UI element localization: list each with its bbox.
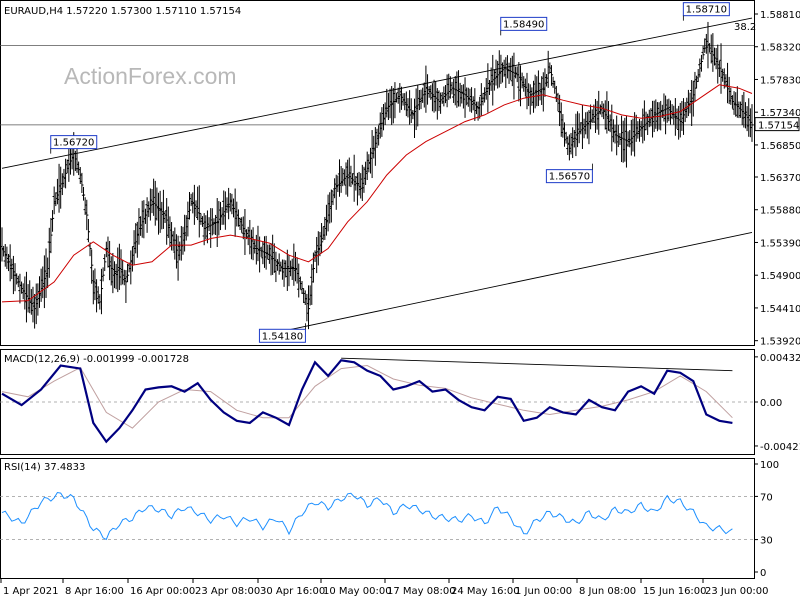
price-layer: 1.56720 1.54180 1.58490 1.56570 1.58710 <box>0 2 754 343</box>
annotation-text: 1.56720 <box>53 138 94 149</box>
rsi-y-tick-label: 70 <box>760 492 773 503</box>
x-tick-label: 24 May 16:00 <box>451 586 520 597</box>
macd-trend-line <box>341 357 733 372</box>
price-y-tick-label: 1.56370 <box>760 173 800 184</box>
x-tick-label: 16 Apr 00:00 <box>130 586 195 597</box>
annotation-text: 1.54180 <box>262 331 303 342</box>
price-y-tick-label: 1.58320 <box>760 43 800 54</box>
annotation-text: 1.58710 <box>686 5 727 16</box>
macd-signal-line <box>1 364 733 429</box>
price-annotation: 1.54180 <box>258 323 306 343</box>
x-tick-label: 1 Jun 00:00 <box>515 586 572 597</box>
rsi-panel-frame <box>0 458 755 579</box>
rsi-line <box>1 491 733 541</box>
rsi-y-tick-label: 30 <box>760 536 773 547</box>
macd-y-tick-label: 0.004325 <box>760 353 800 364</box>
watermark: ActionForex.com <box>64 63 237 89</box>
price-y-tick-label: 1.58810 <box>760 10 800 21</box>
x-tick-label: 1 Apr 2021 <box>3 586 58 597</box>
macd-panel-title: MACD(12,26,9) -0.001999 -0.001728 <box>4 354 189 365</box>
price-panel-frame <box>0 0 755 346</box>
macd-y-tick-label: -0.004213 <box>760 442 800 453</box>
macd-panel-frame <box>0 349 755 455</box>
x-tick-label: 23 Apr 08:00 <box>195 586 260 597</box>
price-annotation: 1.58710 <box>682 2 730 21</box>
fib-label: 38.2 <box>734 22 756 33</box>
rsi-panel-title: RSI(14) 37.4833 <box>4 462 85 473</box>
rsi-layer <box>0 491 754 541</box>
price-y-tick-label: 1.55390 <box>760 238 800 249</box>
price-y-tick-label: 1.53920 <box>760 337 800 348</box>
macd-y-tick-label: 0.00 <box>760 398 782 409</box>
x-tick-label: 30 Apr 16:00 <box>260 586 325 597</box>
channel-line-1 <box>262 232 753 336</box>
annotation-text: 1.58490 <box>503 19 544 30</box>
price-y-tick-label: 1.54410 <box>760 304 800 315</box>
current-price-label: 1.57154 <box>758 121 799 132</box>
x-tick-label: 17 May 08:00 <box>387 586 456 597</box>
x-tick-label: 15 Jun 16:00 <box>643 586 707 597</box>
price-annotation: 1.56570 <box>545 163 593 184</box>
price-panel-title: EURAUD,H4 1.57220 1.57300 1.57110 1.5715… <box>4 6 241 17</box>
price-y-tick-label: 1.57830 <box>760 75 800 86</box>
rsi-y-tick-label: 100 <box>760 460 779 471</box>
macd-layer <box>0 357 754 444</box>
rsi-y-tick-label: 0 <box>760 568 766 579</box>
price-y-tick-label: 1.56850 <box>760 141 800 152</box>
x-tick-label: 23 Jun 00:00 <box>705 586 769 597</box>
price-annotation: 1.58490 <box>500 16 548 36</box>
macd-line <box>1 359 733 444</box>
price-y-tick-label: 1.55880 <box>760 206 800 217</box>
price-y-tick-label: 1.54900 <box>760 271 800 282</box>
annotation-text: 1.56570 <box>549 172 590 183</box>
axis-layer: 1.588101.583201.578301.573401.568501.563… <box>0 10 800 597</box>
x-tick-label: 8 Jun 08:00 <box>579 586 636 597</box>
euraud-chart: ActionForex.com 1.567201.541801.584901.5… <box>0 0 800 597</box>
x-tick-label: 10 May 00:00 <box>323 586 392 597</box>
x-tick-label: 8 Apr 16:00 <box>65 586 124 597</box>
